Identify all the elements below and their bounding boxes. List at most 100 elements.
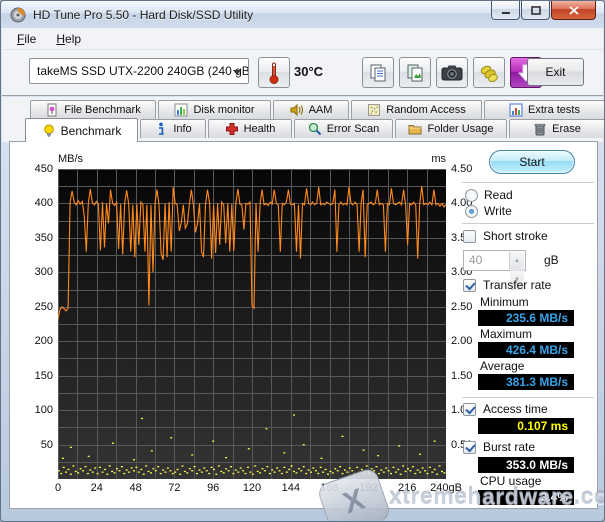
folder-icon — [408, 122, 422, 136]
benchmark-plot — [58, 169, 446, 479]
axis-tick: 48 — [116, 482, 156, 494]
burst-rate-checkbox[interactable] — [463, 441, 476, 454]
axis-tick: 2.50 — [451, 301, 472, 313]
tab-erase[interactable]: Erase — [509, 119, 605, 138]
copy-image-icon — [405, 63, 425, 83]
axis-tick: 250 — [35, 301, 53, 313]
exit-button[interactable]: Exit — [527, 58, 584, 86]
copy-text-button[interactable] — [362, 57, 394, 88]
app-icon — [10, 7, 26, 23]
read-radio-label: Read — [484, 188, 513, 202]
axis-tick: 96 — [193, 482, 233, 494]
health-cross-icon — [225, 122, 239, 136]
transfer-rate-label: Transfer rate — [483, 278, 551, 292]
axis-tick: 192 — [348, 482, 388, 494]
menu-bar: File Help — [2, 28, 603, 50]
menu-help[interactable]: Help — [47, 30, 90, 48]
tab-random-access[interactable]: Random Access — [351, 100, 482, 119]
drive-selector[interactable]: takeMS SSD UTX-2200 240GB (240 gB) — [29, 58, 249, 84]
spinner-up-icon: ▲ — [510, 252, 524, 271]
close-button[interactable] — [551, 1, 596, 20]
axis-tick: 2.00 — [451, 335, 472, 347]
maximum-value: 426.4 MB/s — [478, 342, 574, 358]
tab-error-scan[interactable]: Error Scan — [294, 119, 393, 138]
short-stroke-unit: gB — [544, 253, 559, 267]
disk-monitor-icon — [174, 103, 188, 117]
speaker-icon — [290, 103, 304, 117]
axis-tick: 72 — [154, 482, 194, 494]
left-axis-ticks: 45040035030025020015010050 — [17, 169, 53, 479]
axis-tick: 1.50 — [451, 370, 472, 382]
drive-selector-value: takeMS SSD UTX-2200 240GB (240 gB) — [37, 64, 249, 78]
axis-tick: 216 — [387, 482, 427, 494]
separator — [462, 397, 594, 398]
file-benchmark-icon — [45, 103, 59, 117]
magnifier-icon — [308, 122, 322, 136]
tab-disk-monitor[interactable]: Disk monitor — [158, 100, 271, 119]
x-axis-ticks: 024487296120144168192216240gB — [58, 482, 446, 496]
short-stroke-capacity-input[interactable]: 40 ▲▼ — [463, 250, 526, 271]
screenshot-button[interactable] — [436, 57, 468, 88]
camera-icon — [441, 64, 463, 82]
start-button[interactable]: Start — [489, 150, 575, 174]
axis-tick: 450 — [35, 163, 53, 175]
axis-tick: 50 — [41, 439, 53, 451]
axis-tick: 168 — [310, 482, 350, 494]
chevron-down-icon — [233, 70, 241, 75]
axis-tick: 300 — [35, 266, 53, 278]
tab-folder-usage[interactable]: Folder Usage — [395, 119, 507, 138]
tab-extra-tests[interactable]: Extra tests — [484, 100, 605, 119]
access-time-checkbox[interactable] — [463, 403, 476, 416]
trash-icon — [533, 122, 547, 136]
random-access-icon — [367, 103, 381, 117]
donate-button[interactable] — [473, 57, 505, 88]
tab-info[interactable]: Info — [140, 119, 206, 138]
tab-health[interactable]: Health — [208, 119, 292, 138]
axis-tick: 0 — [38, 482, 78, 494]
menu-file[interactable]: File — [8, 30, 45, 48]
separator — [462, 223, 594, 224]
axis-tick: 4.50 — [451, 163, 472, 175]
separator — [462, 182, 594, 183]
spinner-buttons[interactable]: ▲▼ — [509, 252, 524, 269]
copy-screenshot-button[interactable] — [399, 57, 431, 88]
temperature-button[interactable] — [258, 57, 290, 88]
maximize-button[interactable] — [521, 1, 550, 20]
cpu-usage-value: 3.4% — [478, 490, 574, 505]
axis-tick: 150 — [35, 370, 53, 382]
axis-tick: 100 — [35, 404, 53, 416]
axis-tick: 350 — [35, 232, 53, 244]
lightbulb-icon — [42, 124, 56, 138]
extra-tests-icon — [509, 103, 523, 117]
access-time-value: 0.107 ms — [478, 418, 574, 434]
left-axis-title: MB/s — [58, 153, 83, 165]
tabs-area: File Benchmark Disk monitor AAM — [2, 97, 603, 142]
minimum-value: 235.6 MB/s — [478, 310, 574, 326]
access-time-label: Access time — [483, 402, 548, 416]
tab-aam[interactable]: AAM — [273, 100, 349, 119]
toolbar: takeMS SSD UTX-2200 240GB (240 gB) 30°C — [2, 50, 603, 96]
axis-tick: 144 — [271, 482, 311, 494]
maximum-label: Maximum — [480, 327, 532, 341]
copy-icon — [368, 63, 388, 83]
info-icon — [154, 122, 168, 136]
temperature-value: 30°C — [294, 64, 323, 79]
tab-file-benchmark[interactable]: File Benchmark — [30, 100, 156, 119]
tab-benchmark[interactable]: Benchmark — [25, 118, 138, 142]
axis-tick: 24 — [77, 482, 117, 494]
window-title: HD Tune Pro 5.50 - Hard Disk/SSD Utility — [33, 8, 253, 22]
minimize-button[interactable] — [491, 1, 520, 20]
write-radio-label: Write — [484, 204, 512, 218]
axis-tick: 200 — [35, 335, 53, 347]
axis-tick: 400 — [35, 197, 53, 209]
average-label: Average — [480, 359, 524, 373]
hand-coins-icon — [478, 62, 500, 84]
transfer-rate-checkbox[interactable] — [463, 279, 476, 292]
axis-tick: 240gB — [426, 482, 466, 494]
short-stroke-checkbox[interactable] — [463, 230, 476, 243]
write-radio[interactable] — [465, 205, 478, 218]
read-radio[interactable] — [465, 189, 478, 202]
axis-tick: 120 — [232, 482, 272, 494]
burst-rate-label: Burst rate — [483, 440, 535, 454]
hd-tune-window: HD Tune Pro 5.50 - Hard Disk/SSD Utility… — [0, 0, 605, 522]
